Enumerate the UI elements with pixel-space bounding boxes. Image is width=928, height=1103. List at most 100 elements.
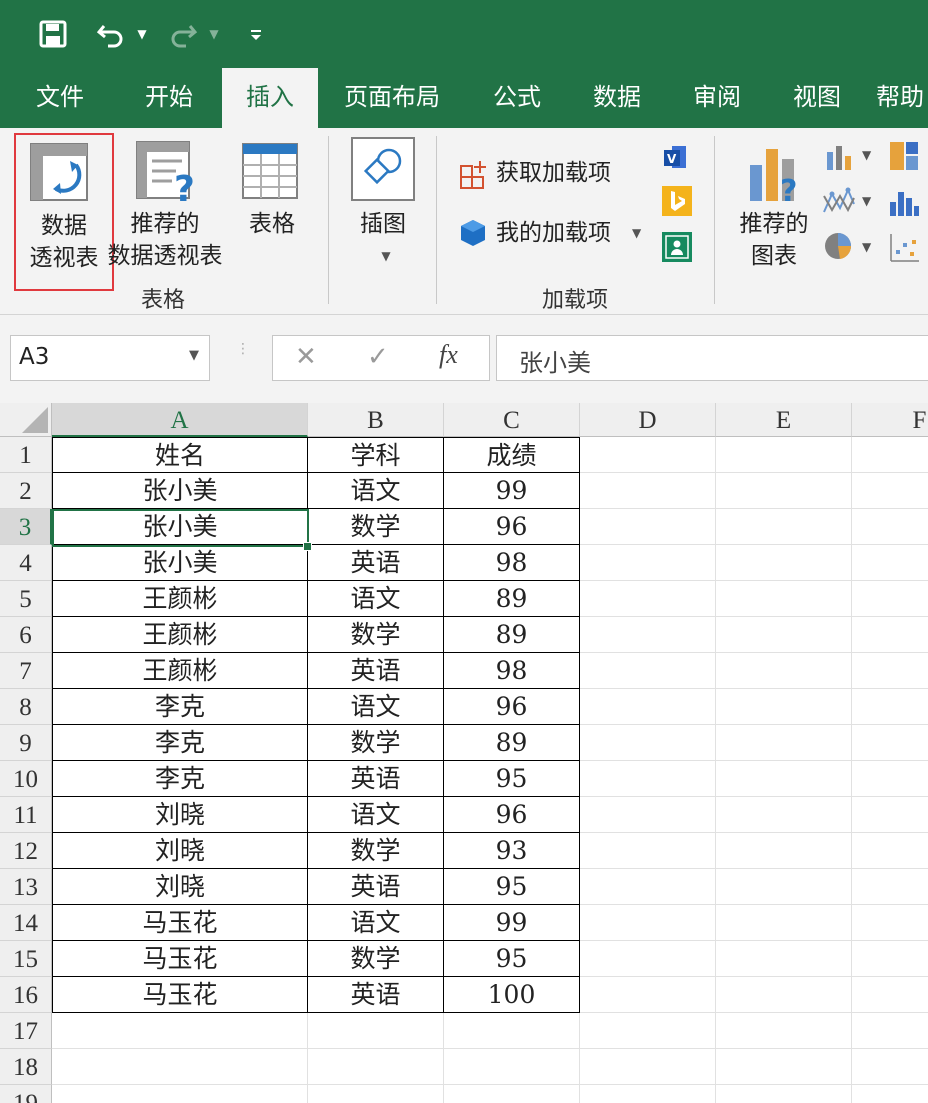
tab-view[interactable]: 视图 — [774, 68, 860, 128]
cell-c-4[interactable]: 98 — [444, 545, 580, 581]
cell-b-8[interactable]: 语文 — [308, 689, 444, 725]
empty-cell[interactable] — [716, 905, 852, 941]
cell-b-6[interactable]: 数学 — [308, 617, 444, 653]
cell-c-5[interactable]: 89 — [444, 581, 580, 617]
bing-maps-icon[interactable] — [662, 186, 692, 220]
empty-cell[interactable] — [716, 941, 852, 977]
empty-cell[interactable] — [580, 1085, 716, 1103]
cell-a-6[interactable]: 王颜彬 — [52, 617, 308, 653]
statistic-chart-icon[interactable] — [888, 186, 920, 222]
cell-b-15[interactable]: 数学 — [308, 941, 444, 977]
cell-b-9[interactable]: 数学 — [308, 725, 444, 761]
column-chart-icon[interactable] — [824, 142, 854, 176]
empty-cell[interactable] — [580, 941, 716, 977]
empty-cell[interactable] — [716, 437, 852, 473]
illustrations-button[interactable]: 插图 ▼ — [346, 133, 420, 273]
empty-cell[interactable] — [716, 797, 852, 833]
cell-b-16[interactable]: 英语 — [308, 977, 444, 1013]
cell-a-5[interactable]: 王颜彬 — [52, 581, 308, 617]
cell-c-14[interactable]: 99 — [444, 905, 580, 941]
row-header[interactable]: 5 — [0, 581, 52, 617]
cell-c-15[interactable]: 95 — [444, 941, 580, 977]
empty-cell[interactable] — [716, 653, 852, 689]
cell-c-10[interactable]: 95 — [444, 761, 580, 797]
empty-cell[interactable] — [580, 653, 716, 689]
cell-b-18[interactable] — [308, 1049, 444, 1085]
column-header-f[interactable]: F — [852, 403, 928, 437]
cell-c-12[interactable]: 93 — [444, 833, 580, 869]
insert-function-icon[interactable]: fx — [439, 340, 458, 370]
row-header[interactable]: 16 — [0, 977, 52, 1013]
column-header-b[interactable]: B — [308, 403, 444, 437]
empty-cell[interactable] — [716, 617, 852, 653]
cell-b-3[interactable]: 数学 — [308, 509, 444, 545]
tab-file[interactable]: 文件 — [16, 68, 104, 128]
empty-cell[interactable] — [716, 1085, 852, 1103]
cell-b-19[interactable] — [308, 1085, 444, 1103]
row-header[interactable]: 14 — [0, 905, 52, 941]
row-header[interactable]: 2 — [0, 473, 52, 509]
cell-c-2[interactable]: 99 — [444, 473, 580, 509]
empty-cell[interactable] — [852, 1049, 928, 1085]
empty-cell[interactable] — [716, 689, 852, 725]
empty-cell[interactable] — [852, 1085, 928, 1103]
empty-cell[interactable] — [716, 473, 852, 509]
empty-cell[interactable] — [852, 1013, 928, 1049]
empty-cell[interactable] — [716, 869, 852, 905]
empty-cell[interactable] — [580, 869, 716, 905]
empty-cell[interactable] — [852, 509, 928, 545]
tab-review[interactable]: 审阅 — [674, 68, 760, 128]
row-header[interactable]: 7 — [0, 653, 52, 689]
cell-b-17[interactable] — [308, 1013, 444, 1049]
empty-cell[interactable] — [716, 833, 852, 869]
save-icon[interactable] — [36, 14, 70, 54]
people-graph-icon[interactable] — [662, 232, 692, 266]
empty-cell[interactable] — [852, 869, 928, 905]
pie-chart-icon[interactable] — [822, 230, 854, 266]
cell-a-15[interactable]: 马玉花 — [52, 941, 308, 977]
row-header[interactable]: 17 — [0, 1013, 52, 1049]
empty-cell[interactable] — [580, 1049, 716, 1085]
undo-dropdown-icon[interactable]: ▼ — [134, 14, 150, 54]
empty-cell[interactable] — [716, 1049, 852, 1085]
cell-b-4[interactable]: 英语 — [308, 545, 444, 581]
empty-cell[interactable] — [852, 437, 928, 473]
empty-cell[interactable] — [580, 545, 716, 581]
empty-cell[interactable] — [852, 581, 928, 617]
hierarchy-chart-icon[interactable] — [888, 140, 920, 176]
column-header-a[interactable]: A — [52, 403, 308, 437]
empty-cell[interactable] — [716, 509, 852, 545]
cell-c-8[interactable]: 96 — [444, 689, 580, 725]
tab-page-layout[interactable]: 页面布局 — [332, 68, 452, 128]
tab-formulas[interactable]: 公式 — [474, 68, 560, 128]
empty-cell[interactable] — [852, 833, 928, 869]
cell-a-14[interactable]: 马玉花 — [52, 905, 308, 941]
select-all-button[interactable] — [0, 403, 52, 437]
column-header-c[interactable]: C — [444, 403, 580, 437]
cell-a-11[interactable]: 刘晓 — [52, 797, 308, 833]
scatter-chart-icon[interactable] — [888, 232, 920, 268]
row-header[interactable]: 12 — [0, 833, 52, 869]
tab-data[interactable]: 数据 — [574, 68, 660, 128]
cell-c-19[interactable] — [444, 1085, 580, 1103]
tab-help[interactable]: 帮助 — [876, 68, 928, 128]
cell-b-11[interactable]: 语文 — [308, 797, 444, 833]
row-header[interactable]: 11 — [0, 797, 52, 833]
empty-cell[interactable] — [852, 941, 928, 977]
cell-b-13[interactable]: 英语 — [308, 869, 444, 905]
empty-cell[interactable] — [580, 473, 716, 509]
cell-a-12[interactable]: 刘晓 — [52, 833, 308, 869]
empty-cell[interactable] — [580, 905, 716, 941]
empty-cell[interactable] — [716, 581, 852, 617]
row-header[interactable]: 15 — [0, 941, 52, 977]
empty-cell[interactable] — [852, 617, 928, 653]
name-box-dropdown-icon[interactable]: ▼ — [189, 348, 199, 363]
cell-b-1[interactable]: 学科 — [308, 437, 444, 473]
line-chart-icon[interactable] — [822, 184, 856, 222]
empty-cell[interactable] — [716, 545, 852, 581]
enter-icon[interactable]: ✓ — [367, 342, 389, 372]
empty-cell[interactable] — [716, 977, 852, 1013]
empty-cell[interactable] — [852, 761, 928, 797]
get-addins-button[interactable]: 获取加载项 — [456, 154, 636, 194]
empty-cell[interactable] — [580, 833, 716, 869]
